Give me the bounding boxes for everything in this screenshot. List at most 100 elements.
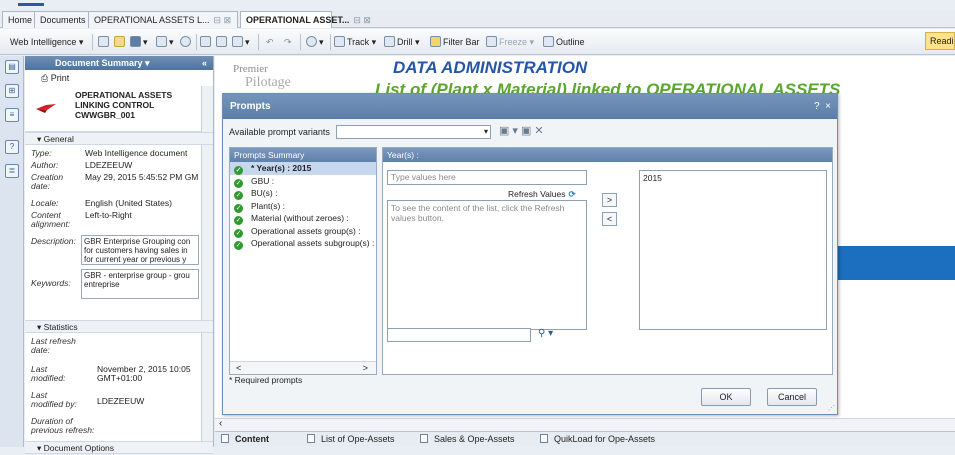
redo-icon[interactable]: ↷ <box>284 35 292 49</box>
selected-values-list[interactable]: 2015 <box>639 170 827 330</box>
save-as-variant-icon[interactable]: ▣ <box>521 125 534 137</box>
document-title: OPERATIONAL ASSETS LINKING CONTROL CWWGB… <box>75 90 173 120</box>
view-mode-icon[interactable]: ▾ <box>232 35 250 49</box>
scroll-right-icon[interactable]: > <box>363 362 368 374</box>
dropdown-icon[interactable]: ▾ <box>512 125 521 137</box>
resize-grip-icon[interactable]: ⋰ <box>828 404 835 412</box>
general-section: Type: Web Intelligence document Author: LD… <box>25 145 213 320</box>
prompt-item-op-assets-subgroup[interactable]: ✓ Operational assets subgroup(s) : <box>230 237 376 250</box>
field-label: Last modified by: <box>31 390 77 409</box>
track-label: Track <box>347 37 370 47</box>
prompt-item-bu[interactable]: ✓ BU(s) : <box>230 187 376 200</box>
document-summary-icon[interactable]: ▤ <box>5 60 19 74</box>
save-icon[interactable]: ▾ <box>130 35 148 49</box>
reading-mode-button[interactable]: Readi <box>925 32 955 50</box>
tab-operational-assets-2[interactable]: OPERATIONAL ASSET... ⊟ ⊠ <box>240 11 371 28</box>
report-tab-content[interactable]: Content <box>221 432 269 447</box>
panel-scrollbar[interactable] <box>201 86 213 132</box>
find-icon[interactable] <box>180 35 193 49</box>
undo-icon[interactable]: ↶ <box>266 35 274 49</box>
type-values-input[interactable]: Type values here <box>387 170 587 185</box>
keywords-field[interactable]: GBR - enterprise group - grou entreprise <box>81 269 199 299</box>
save-variant-icon[interactable]: ▣ <box>499 125 512 137</box>
tab-operational-assets-1[interactable]: OPERATIONAL ASSETS L... ⊟ ⊠ <box>88 11 238 28</box>
scroll-left-icon[interactable]: < <box>236 362 241 374</box>
tab-controls-icon[interactable]: ⊟ ⊠ <box>214 15 232 25</box>
logo-line: Premier <box>233 63 268 75</box>
report-tab-icon <box>221 434 229 443</box>
prompt-label: Material (without zeroes) : <box>251 213 349 223</box>
prompt-item-op-assets-group[interactable]: ✓ Operational assets group(s) : <box>230 225 376 238</box>
delete-variant-icon[interactable]: ✕ <box>534 125 546 137</box>
remove-value-button[interactable]: < <box>602 212 617 226</box>
report-tab-sales-ope-assets[interactable]: Sales & Ope-Assets <box>420 432 515 447</box>
keywords-line: GBR - enterprise group - grou <box>84 271 190 280</box>
variant-actions: ▣▾▣✕ <box>499 124 547 137</box>
prompt-values-header: Year(s) : <box>383 148 832 162</box>
summary-scrollbar[interactable]: < > <box>230 361 376 374</box>
report-tab-list-of-ope-assets[interactable]: List of Ope-Assets <box>307 432 395 447</box>
field-label: Description: <box>31 236 76 246</box>
help-icon[interactable]: ? <box>814 101 820 112</box>
general-section-header[interactable]: ▾ General <box>25 132 213 145</box>
collapse-icon[interactable]: « <box>202 56 207 70</box>
report-horizontal-scrollbar[interactable]: ‹ <box>215 418 955 431</box>
tab-documents[interactable]: Documents <box>34 11 92 28</box>
navigation-map-icon[interactable]: ⊞ <box>5 84 19 98</box>
print-button[interactable]: ⎙ Print <box>25 70 213 86</box>
prompt-label: * Year(s) : 2015 <box>251 163 312 173</box>
drill-label: Drill <box>397 37 413 47</box>
tab-home[interactable]: Home <box>2 11 39 28</box>
user-prompt-input-icon[interactable]: ? <box>5 140 19 154</box>
prompt-item-gbu[interactable]: ✓ GBU : <box>230 175 376 188</box>
cancel-button[interactable]: Cancel <box>767 388 817 406</box>
web-service-publisher-icon[interactable]: ≣ <box>5 164 19 178</box>
print-label: Print <box>50 73 70 83</box>
field-value: November 2, 2015 10:05 GMT+01:00 <box>97 364 191 383</box>
prompt-label: Operational assets subgroup(s) : <box>251 238 375 248</box>
selected-value[interactable]: 2015 <box>643 173 662 183</box>
panel-scrollbar[interactable] <box>201 333 213 441</box>
track-button[interactable]: Track ▾ <box>334 35 376 49</box>
web-intelligence-menu[interactable]: Web Intelligence ▾ <box>10 35 83 49</box>
print-icon[interactable]: ▾ <box>156 35 174 49</box>
panel-header: Document Summary ▾ « <box>25 56 213 70</box>
search-values-input[interactable] <box>387 328 531 342</box>
outline-label: Outline <box>556 37 585 47</box>
main-toolbar: Web Intelligence ▾ ▾ ▾ ▾ ↶ ↷ ▾ Track ▾ D… <box>0 29 955 55</box>
report-tab-quikload[interactable]: QuikLoad for Ope-Assets <box>540 432 655 447</box>
available-values-list[interactable]: To see the content of the list, click th… <box>387 200 587 330</box>
refresh-values-button[interactable]: Refresh Values ⟳ <box>508 189 576 200</box>
add-value-button[interactable]: > <box>602 193 617 207</box>
prompt-variant-select[interactable]: ▾ <box>336 125 491 139</box>
panel-scrollbar[interactable] <box>201 145 213 320</box>
description-field[interactable]: GBR Enterprise Grouping con for customer… <box>81 235 199 265</box>
prompt-item-year[interactable]: ✓ * Year(s) : 2015 <box>230 162 376 175</box>
tab-label: OPERATIONAL ASSETS L... <box>94 15 210 25</box>
close-icon[interactable]: × <box>825 101 831 112</box>
outline-button[interactable]: Outline <box>543 35 585 49</box>
prompt-item-material[interactable]: ✓ Material (without zeroes) : <box>230 212 376 225</box>
ok-button[interactable]: OK <box>701 388 751 406</box>
tab-controls-icon[interactable]: ⊟ ⊠ <box>353 15 371 25</box>
open-folder-icon[interactable] <box>114 35 127 49</box>
track-changes-icon[interactable] <box>200 35 213 49</box>
search-icon[interactable]: ⚲ ▾ <box>538 328 553 339</box>
premier-pilotage-logo: Premier Pilotage <box>233 62 291 90</box>
scroll-left-icon[interactable]: ‹ <box>219 418 222 429</box>
input-controls-icon[interactable]: ≡ <box>5 108 19 122</box>
drill-button[interactable]: Drill ▾ <box>384 35 420 49</box>
refresh-icon[interactable]: ▾ <box>306 35 324 49</box>
report-banner <box>827 246 955 280</box>
freeze-button[interactable]: Freeze ▾ <box>486 35 534 49</box>
report-tab-icon <box>420 434 428 443</box>
statistics-section-header[interactable]: ▾ Statistics <box>25 320 213 333</box>
section-label: Statistics <box>43 322 78 332</box>
filter-bar-button[interactable]: Filter Bar <box>430 35 480 49</box>
export-icon[interactable] <box>216 35 229 49</box>
prompt-item-plant[interactable]: ✓ Plant(s) : <box>230 200 376 213</box>
new-document-icon[interactable] <box>98 35 111 49</box>
document-options-section-header[interactable]: ▾ Document Options <box>25 441 213 454</box>
report-tab-icon <box>540 434 548 443</box>
check-icon: ✓ <box>234 241 243 250</box>
